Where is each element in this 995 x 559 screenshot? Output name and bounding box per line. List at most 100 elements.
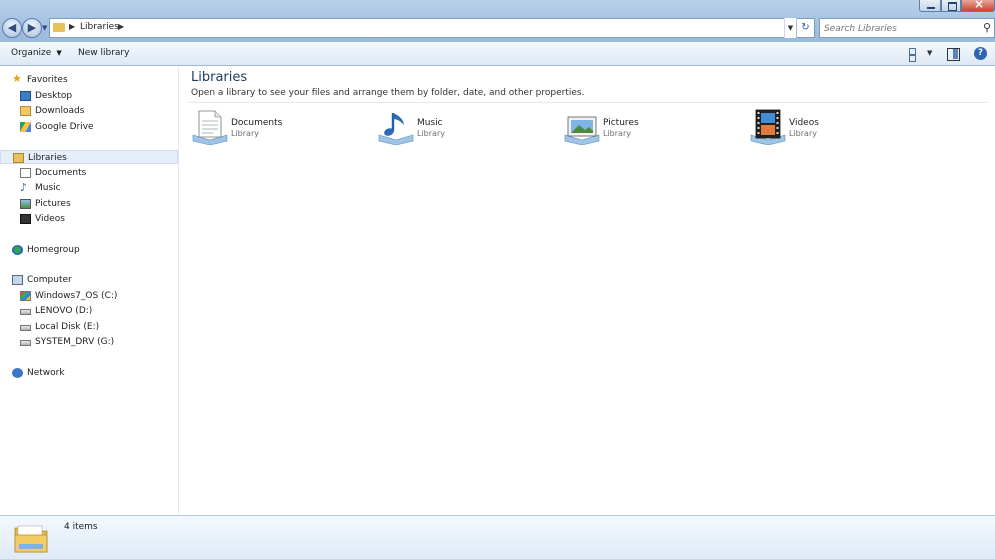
- google-drive-icon: [20, 122, 31, 132]
- arrow-left-icon: ◀: [7, 21, 17, 34]
- library-name: Videos: [789, 118, 819, 128]
- item-count: 4 items: [64, 522, 98, 532]
- close-button[interactable]: [961, 0, 995, 12]
- title-bar: ◀ ▶ ▼ ▶ Libraries ▶ ▼ ↻ ⚲: [0, 0, 995, 42]
- back-button[interactable]: ◀: [2, 18, 22, 38]
- view-options-dropdown[interactable]: ▼: [927, 49, 932, 65]
- recent-pages-dropdown[interactable]: ▼: [42, 24, 47, 32]
- breadcrumb-separator-icon[interactable]: ▶: [118, 22, 124, 31]
- library-type: Library: [231, 129, 259, 138]
- page-title: Libraries: [191, 70, 248, 85]
- chevron-down-icon: ▼: [54, 49, 62, 57]
- star-icon: [12, 74, 23, 84]
- documents-library-icon: [192, 110, 228, 145]
- sidebar-item-label: Videos: [35, 214, 65, 224]
- sidebar-item-label: Pictures: [35, 199, 71, 209]
- drive-icon: [20, 340, 31, 346]
- page-description: Open a library to see your files and arr…: [191, 88, 585, 98]
- sidebar-item-label: Favorites: [27, 75, 68, 85]
- library-name: Pictures: [603, 118, 639, 128]
- chevron-down-icon: ▼: [787, 24, 794, 32]
- libraries-icon: [13, 153, 24, 163]
- sidebar-item-computer[interactable]: Computer: [0, 273, 178, 287]
- sidebar-item-desktop[interactable]: Desktop: [0, 89, 178, 103]
- forward-button[interactable]: ▶: [22, 18, 42, 38]
- address-dropdown-button[interactable]: ▼: [784, 18, 796, 38]
- sidebar-item-network[interactable]: Network: [0, 366, 178, 380]
- preview-pane-icon[interactable]: [947, 46, 960, 62]
- maximize-button[interactable]: [941, 0, 961, 12]
- library-name: Documents: [231, 118, 283, 128]
- sidebar-item-favorites[interactable]: Favorites: [0, 73, 178, 87]
- sidebar-item-drive-d[interactable]: LENOVO (D:): [0, 304, 178, 318]
- downloads-icon: [20, 106, 31, 116]
- change-view-icon[interactable]: [908, 46, 922, 62]
- sidebar-item-label: Google Drive: [35, 122, 94, 132]
- music-icon: [20, 183, 31, 193]
- breadcrumb-libraries[interactable]: Libraries: [80, 22, 119, 32]
- sidebar-item-label: SYSTEM_DRV (G:): [35, 337, 115, 347]
- desktop-icon: [20, 91, 31, 101]
- new-library-button[interactable]: New library: [78, 48, 129, 58]
- navigation-pane: Favorites Desktop Downloads Google Drive…: [0, 67, 179, 514]
- status-bar: 4 items: [0, 515, 995, 559]
- sidebar-item-videos[interactable]: Videos: [0, 212, 178, 226]
- pictures-icon: [20, 199, 31, 209]
- help-icon[interactable]: ?: [974, 47, 987, 60]
- homegroup-icon: [12, 245, 23, 255]
- sidebar-item-label: Computer: [27, 275, 72, 285]
- sidebar-item-label: Windows7_OS (C:): [35, 291, 118, 301]
- sidebar-item-label: Local Disk (E:): [35, 322, 100, 332]
- libraries-folder-icon: [14, 525, 48, 553]
- refresh-button[interactable]: ↻: [797, 18, 815, 38]
- sidebar-item-pictures[interactable]: Pictures: [0, 197, 178, 211]
- library-documents[interactable]: Documents Library: [191, 109, 371, 149]
- pictures-library-icon: [564, 116, 600, 145]
- drive-icon: [20, 325, 31, 331]
- sidebar-item-label: LENOVO (D:): [35, 306, 93, 316]
- minimize-button[interactable]: [919, 0, 941, 12]
- organize-label: Organize: [11, 48, 52, 58]
- library-type: Library: [417, 129, 445, 138]
- refresh-icon: ↻: [801, 22, 810, 33]
- sidebar-item-label: Downloads: [35, 106, 85, 116]
- search-icon[interactable]: ⚲: [983, 21, 991, 34]
- sidebar-item-label: Desktop: [35, 91, 73, 101]
- sidebar-item-documents[interactable]: Documents: [0, 166, 178, 180]
- organize-button[interactable]: Organize ▼: [11, 48, 62, 58]
- sidebar-item-music[interactable]: Music: [0, 181, 178, 195]
- library-name: Music: [417, 118, 443, 128]
- library-type: Library: [789, 129, 817, 138]
- command-bar: Organize ▼ New library ▼ ?: [0, 42, 995, 66]
- sidebar-item-drive-c[interactable]: Windows7_OS (C:): [0, 289, 178, 303]
- sidebar-item-downloads[interactable]: Downloads: [0, 104, 178, 118]
- sidebar-item-drive-g[interactable]: SYSTEM_DRV (G:): [0, 335, 178, 349]
- sidebar-item-label: Music: [35, 183, 61, 193]
- breadcrumb-separator-icon[interactable]: ▶: [69, 22, 75, 31]
- sidebar-item-google-drive[interactable]: Google Drive: [0, 120, 178, 134]
- search-box[interactable]: ⚲: [819, 18, 995, 38]
- sidebar-item-libraries[interactable]: Libraries: [0, 150, 178, 164]
- address-bar[interactable]: ▶ Libraries ▶: [49, 18, 796, 38]
- computer-icon: [12, 275, 23, 285]
- videos-icon: [20, 214, 31, 224]
- network-icon: [12, 368, 23, 378]
- documents-icon: [20, 168, 31, 178]
- sidebar-item-drive-e[interactable]: Local Disk (E:): [0, 320, 178, 334]
- music-library-icon: [378, 113, 414, 145]
- sidebar-item-label: Network: [27, 368, 65, 378]
- library-music[interactable]: Music Library: [377, 109, 557, 149]
- sidebar-item-homegroup[interactable]: Homegroup: [0, 243, 178, 257]
- libraries-folder-icon: [53, 23, 65, 32]
- library-videos[interactable]: Videos Library: [749, 109, 929, 149]
- os-drive-icon: [20, 291, 31, 301]
- drive-icon: [20, 309, 31, 315]
- sidebar-item-label: Libraries: [28, 153, 67, 163]
- sidebar-item-label: Homegroup: [27, 245, 80, 255]
- divider: [189, 102, 987, 103]
- library-type: Library: [603, 129, 631, 138]
- videos-library-icon: [750, 109, 786, 145]
- library-pictures[interactable]: Pictures Library: [563, 109, 743, 149]
- search-input[interactable]: [824, 22, 974, 35]
- sidebar-item-label: Documents: [35, 168, 87, 178]
